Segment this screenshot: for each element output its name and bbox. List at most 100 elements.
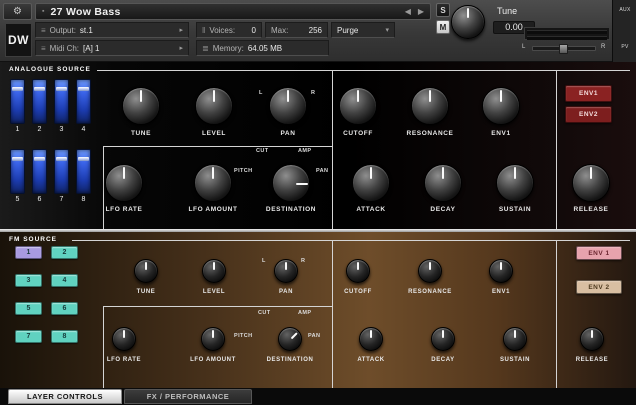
rack-edge-strip: AUX PV [612, 0, 636, 62]
fm-voice-button-4[interactable]: 4 [51, 274, 78, 287]
fm-env1-knob[interactable] [489, 259, 513, 283]
header-pan-handle[interactable] [559, 44, 568, 54]
fm-cutoff-label: CUTOFF [344, 289, 372, 295]
analog-decay-knob[interactable] [424, 164, 462, 202]
slider-cap [78, 157, 89, 161]
analog-tune-knob[interactable] [122, 87, 160, 125]
fm-tune-knob[interactable] [134, 259, 158, 283]
analog-voice-slider-7[interactable] [54, 149, 69, 194]
analog-env1-knob[interactable] [482, 87, 520, 125]
analog-cutoff-label: CUTOFF [343, 130, 373, 137]
fm-lfo-rate-knob[interactable] [112, 327, 136, 351]
next-instrument-icon[interactable]: ▶ [418, 7, 424, 16]
output-value: st.1 [79, 25, 93, 35]
solo-button[interactable]: S [436, 3, 450, 17]
analog-cutoff-knob[interactable] [339, 87, 377, 125]
fm-attack-knob[interactable] [359, 327, 383, 351]
analog-voice-slider-2[interactable] [32, 79, 47, 124]
purge-dropdown[interactable]: Purge ▾ [331, 22, 395, 38]
fm-level-knob[interactable] [202, 259, 226, 283]
analog-tune-label: TUNE [130, 130, 152, 137]
analog-dest-cut-label: CUT [256, 148, 269, 154]
fm-lfo-amount-knob[interactable] [201, 327, 225, 351]
divider-line [332, 70, 333, 229]
analog-lfo-rate-knob[interactable] [105, 164, 143, 202]
fm-voice-button-6[interactable]: 6 [51, 302, 78, 315]
analog-sustain-label: SUSTAIN [498, 206, 532, 213]
analog-resonance-knob[interactable] [411, 87, 449, 125]
analog-voice-slider-8[interactable] [76, 149, 91, 194]
analog-voice-slider-6[interactable] [32, 149, 47, 194]
mute-button[interactable]: M [436, 20, 450, 34]
fm-lfo-rate-label: LFO RATE [106, 357, 142, 363]
max-label: Max: [271, 25, 289, 35]
memory-icon: ≣ [202, 43, 209, 53]
fm-voice-button-8[interactable]: 8 [51, 330, 78, 343]
fm-voice-button-2[interactable]: 2 [51, 246, 78, 259]
divider-line [332, 240, 333, 388]
edit-wrench-button[interactable]: ⚙ [3, 3, 32, 20]
analog-voice-slider-4[interactable] [76, 79, 91, 124]
pan-left-label: L [522, 44, 526, 50]
divider-line [103, 306, 332, 307]
fm-sustain-knob[interactable] [503, 327, 527, 351]
wrench-icon: ⚙ [13, 6, 22, 17]
fm-env2-button[interactable]: ENV 2 [576, 280, 622, 294]
analog-voice-slider-1[interactable] [10, 79, 25, 124]
fm-env1-amount-label: ENV1 [491, 289, 511, 295]
title-bar[interactable]: ▪ 27 Wow Bass ◀ ▶ [35, 3, 431, 20]
header-pan-slider[interactable] [532, 44, 596, 54]
aux-label[interactable]: AUX [613, 7, 636, 13]
analog-pan-r-label: R [311, 90, 316, 96]
analog-pan-knob[interactable] [269, 87, 307, 125]
fm-decay-label: DECAY [431, 357, 455, 363]
fm-voice-button-1[interactable]: 1 [15, 246, 42, 259]
fm-dest-cut-label: CUT [258, 310, 271, 316]
meter-bar-right [527, 36, 607, 40]
fm-pan-knob[interactable] [274, 259, 298, 283]
analog-dest-amp-label: AMP [298, 148, 312, 154]
midi-channel-selector[interactable]: ≡ Midi Ch: [A] 1 ▸ [35, 40, 189, 56]
fm-decay-knob[interactable] [431, 327, 455, 351]
fm-voice-button-3[interactable]: 3 [15, 274, 42, 287]
voices-label: Voices: [209, 25, 236, 35]
fm-release-knob[interactable] [580, 327, 604, 351]
memory-label: Memory: [212, 43, 244, 53]
slider-cap [56, 157, 67, 161]
analog-pan-l-label: L [259, 90, 263, 96]
fm-cutoff-knob[interactable] [346, 259, 370, 283]
fm-resonance-knob[interactable] [418, 259, 442, 283]
tab-fx-performance[interactable]: FX / PERFORMANCE [124, 389, 252, 404]
instrument-icon: ▪ [42, 8, 45, 15]
slider-number-5: 5 [15, 196, 20, 203]
pv-label[interactable]: PV [613, 44, 636, 50]
fm-pan-l-label: L [262, 258, 266, 264]
analog-destination-knob[interactable] [272, 164, 310, 202]
output-icon: ≡ [41, 25, 46, 35]
fm-env1-button[interactable]: ENV 1 [576, 246, 622, 260]
analog-voice-slider-3[interactable] [54, 79, 69, 124]
slider-number-2: 2 [37, 126, 42, 133]
analog-release-knob[interactable] [572, 164, 610, 202]
master-tune-knob[interactable] [451, 5, 485, 39]
analog-level-knob[interactable] [195, 87, 233, 125]
fm-tune-label: TUNE [136, 289, 156, 295]
fm-destination-knob[interactable] [278, 327, 302, 351]
analog-env2-button[interactable]: ENV2 [565, 106, 612, 123]
analog-sustain-knob[interactable] [496, 164, 534, 202]
prev-instrument-icon[interactable]: ◀ [405, 7, 411, 16]
analog-level-label: LEVEL [202, 130, 226, 137]
analog-env1-button[interactable]: ENV1 [565, 85, 612, 102]
max-voices-field[interactable]: Max: 256 [265, 22, 328, 38]
midi-value: [A] 1 [83, 43, 100, 53]
output-selector[interactable]: ≡ Output: st.1 ▸ [35, 22, 189, 38]
analog-attack-knob[interactable] [352, 164, 390, 202]
fm-voice-button-5[interactable]: 5 [15, 302, 42, 315]
slider-cap [34, 87, 45, 91]
tab-layer-controls[interactable]: LAYER CONTROLS [8, 389, 122, 404]
divider-line [103, 306, 104, 388]
fm-resonance-label: RESONANCE [408, 289, 452, 295]
analog-lfo-amount-knob[interactable] [194, 164, 232, 202]
analog-voice-slider-5[interactable] [10, 149, 25, 194]
fm-voice-button-7[interactable]: 7 [15, 330, 42, 343]
